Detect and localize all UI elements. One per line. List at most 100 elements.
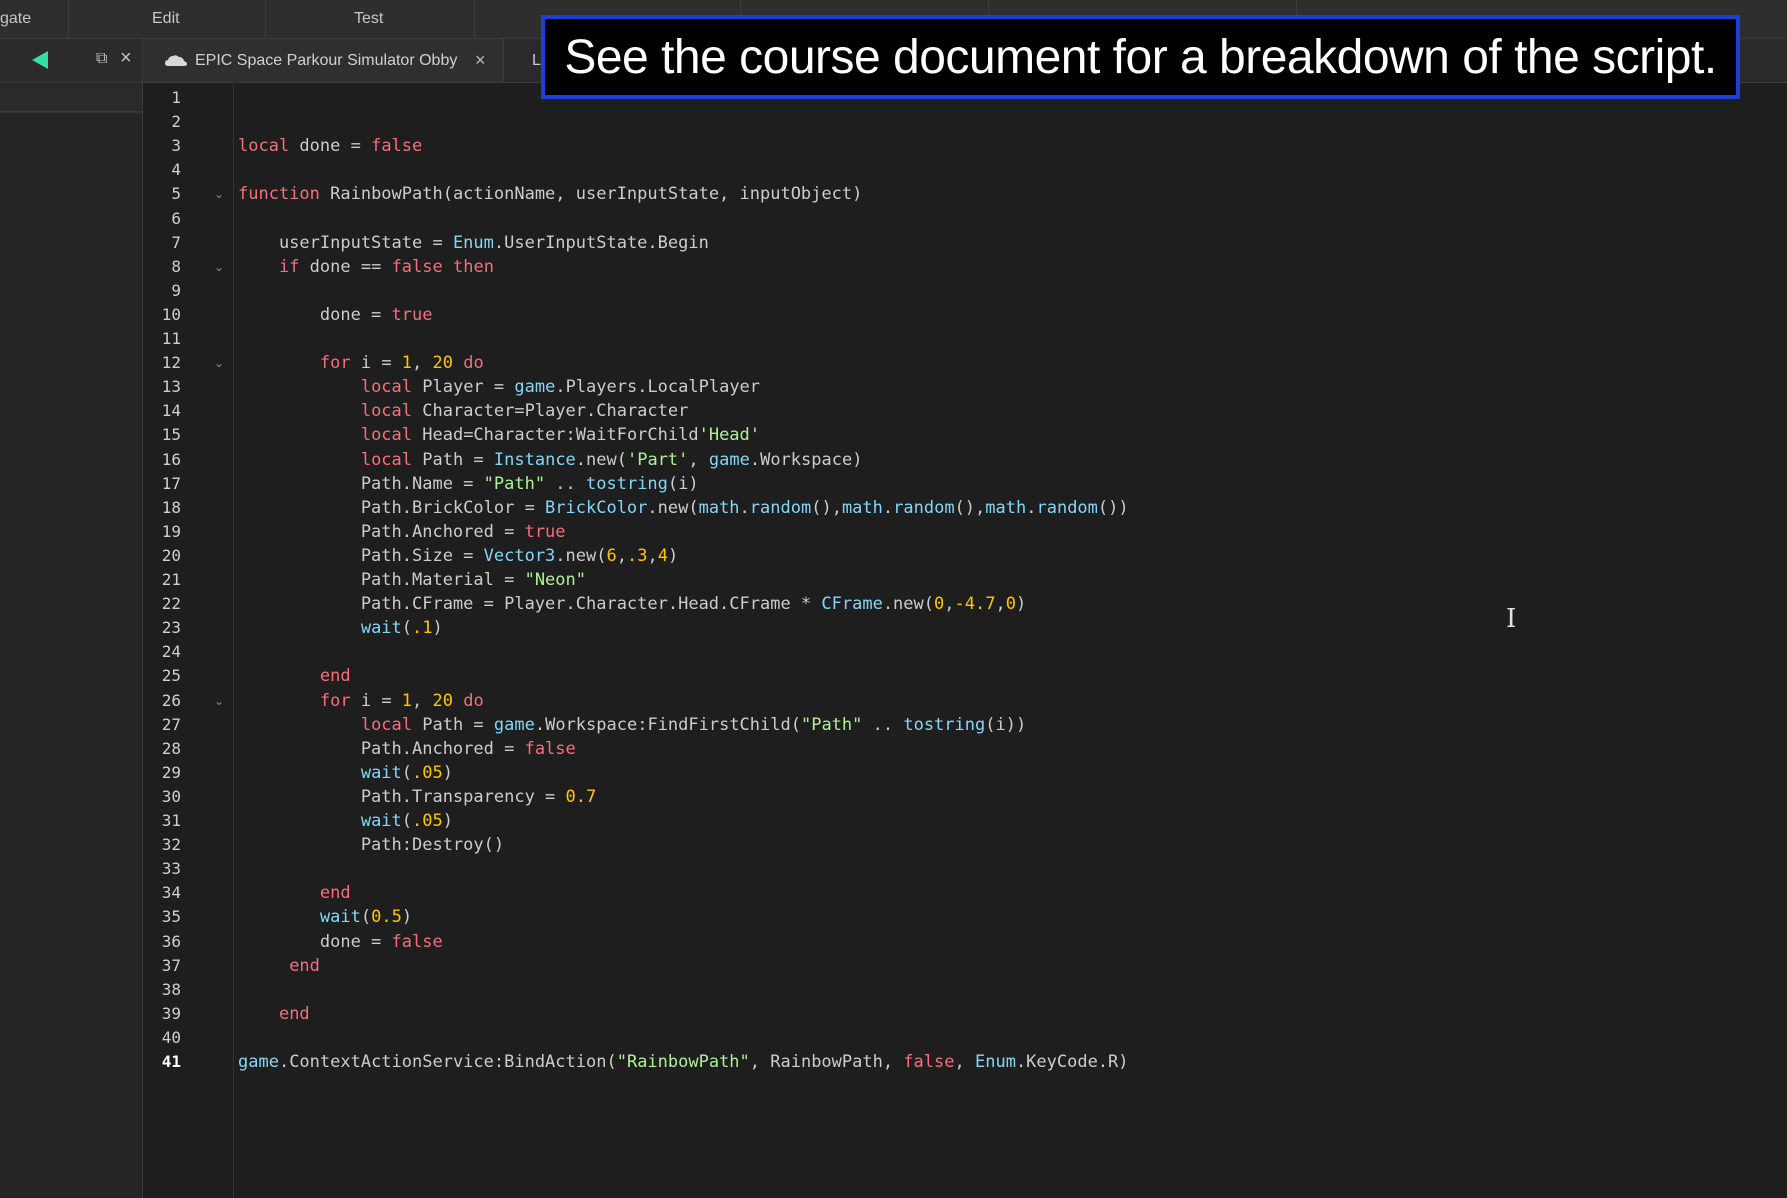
line-number: 8: [171, 257, 181, 276]
code-token: 20: [432, 353, 454, 373]
code-line: Path:Destroy(): [238, 833, 504, 857]
line-number: 34: [161, 883, 181, 902]
panel-toolbar: ⧉ ×: [0, 39, 143, 82]
tab-script[interactable]: EPIC Space Parkour Simulator Obby ×: [143, 39, 504, 82]
code-token: ..: [862, 715, 904, 735]
line-number: 33: [161, 859, 181, 878]
line-number: 14: [161, 401, 181, 420]
code-token: done =: [238, 305, 392, 325]
code-token: -4.7: [954, 594, 996, 614]
code-token: Path.BrickColor =: [238, 498, 546, 518]
line-number: 5: [171, 184, 181, 203]
code-token: if: [278, 257, 300, 277]
code-token: end: [278, 1004, 310, 1024]
close-icon[interactable]: ×: [120, 47, 132, 70]
restore-window-icon[interactable]: ⧉: [96, 50, 107, 68]
menu-item-navigate[interactable]: gate: [0, 0, 31, 38]
code-token: Path.Size =: [238, 546, 484, 566]
code-token: 'Part': [626, 450, 689, 470]
code-line: local Path = game.Workspace:FindFirstChi…: [238, 713, 1026, 737]
code-token: then: [453, 257, 494, 277]
code-line: end: [238, 1002, 310, 1026]
line-number: 3: [171, 136, 181, 155]
code-token: game: [493, 715, 535, 735]
code-token: CFrame: [821, 594, 883, 614]
code-line: userInputState = Enum.UserInputState.Beg…: [238, 231, 709, 255]
left-panel-header: [0, 83, 142, 112]
code-token: true: [391, 305, 433, 325]
line-number: 10: [161, 305, 181, 324]
tab-close-icon[interactable]: ×: [475, 39, 486, 82]
code-token: ,: [616, 546, 627, 566]
code-token: BrickColor: [545, 498, 648, 518]
line-number: 21: [161, 570, 181, 589]
line-number: 28: [161, 739, 181, 758]
line-number: 6: [171, 209, 181, 228]
code-token: .new(: [555, 546, 607, 566]
line-number: 39: [161, 1004, 181, 1023]
code-token: do: [463, 691, 484, 711]
code-token: (),: [954, 498, 986, 518]
code-token: wait: [360, 618, 402, 638]
chevron-down-icon[interactable]: ⌄: [212, 255, 226, 279]
code-line: Path.Transparency = 0.7: [238, 785, 596, 809]
line-number: 22: [161, 594, 181, 613]
menu-item-edit[interactable]: Edit: [152, 0, 180, 38]
code-line: end: [238, 954, 320, 978]
code-token: ): [442, 811, 453, 831]
chevron-down-icon[interactable]: ⌄: [212, 182, 226, 206]
code-token: Path:Destroy(): [238, 835, 505, 855]
code-token: end: [289, 956, 320, 976]
code-token: i =: [350, 353, 402, 373]
code-token: done =: [238, 932, 392, 952]
code-token: Path.Material =: [238, 570, 525, 590]
code-token: ): [442, 763, 453, 783]
line-number: 40: [161, 1028, 181, 1047]
line-number: 38: [161, 980, 181, 999]
code-line: wait(.1): [238, 616, 443, 640]
code-token: .new(: [575, 450, 627, 470]
code-token: 'Head': [698, 425, 761, 445]
code-token: false: [391, 257, 443, 277]
line-number: 12: [161, 353, 181, 372]
code-token: 0.5: [371, 907, 402, 927]
code-token: Player =: [412, 377, 515, 397]
code-token: math: [841, 498, 883, 518]
code-line: Path.CFrame = Player.Character.Head.CFra…: [238, 592, 1026, 616]
code-token: "Neon": [524, 570, 586, 590]
code-token: tostring: [586, 474, 668, 494]
code-line: done = true: [238, 303, 433, 327]
code-token: ): [401, 907, 413, 927]
code-token: function: [238, 184, 320, 204]
code-token: .ContextActionService:BindAction(: [278, 1052, 617, 1072]
chevron-down-icon[interactable]: ⌄: [212, 351, 226, 375]
line-number: 13: [161, 377, 181, 396]
code-token: "Path": [483, 474, 546, 494]
tab-next-partial[interactable]: L: [532, 39, 541, 82]
code-token: Instance: [493, 450, 576, 470]
code-line: function RainbowPath(actionName, userInp…: [238, 182, 862, 206]
menu-item-test[interactable]: Test: [354, 0, 383, 38]
code-token: false: [903, 1052, 955, 1072]
code-line: Path.Anchored = true: [238, 520, 566, 544]
line-number: 37: [161, 956, 181, 975]
code-token: false: [391, 932, 443, 952]
code-token: .Players.LocalPlayer: [555, 377, 761, 397]
chevron-down-icon[interactable]: ⌄: [212, 689, 226, 713]
code-token: (: [360, 907, 372, 927]
code-token: (i)): [985, 715, 1027, 735]
code-token: .1: [412, 618, 433, 638]
code-token: random: [893, 498, 955, 518]
code-token: Path =: [412, 715, 494, 735]
code-token: Path.Anchored =: [238, 739, 525, 759]
play-icon[interactable]: [32, 51, 48, 69]
line-number: 32: [161, 835, 181, 854]
line-number: 4: [171, 160, 181, 179]
code-token: .new(: [882, 594, 934, 614]
code-line: Path.Material = "Neon": [238, 568, 586, 592]
code-line: wait(0.5): [238, 905, 412, 929]
